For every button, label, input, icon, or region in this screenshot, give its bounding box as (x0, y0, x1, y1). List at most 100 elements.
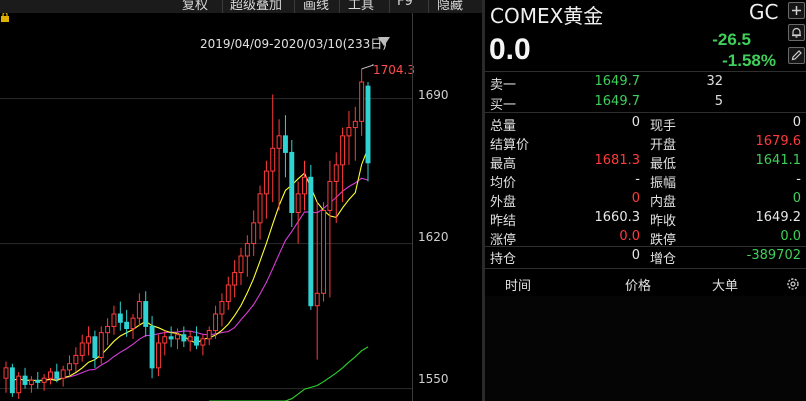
candle-body (219, 301, 225, 315)
tab-time[interactable]: 时间 (505, 275, 531, 294)
gear-icon[interactable] (785, 276, 801, 292)
candle-body (314, 292, 320, 307)
bid-volume: 5 (714, 94, 723, 109)
add-icon[interactable] (788, 2, 805, 19)
bid-label: 买一 (490, 98, 517, 113)
stats-row: 昨结 1660.3 昨收 1649.2 (485, 209, 806, 229)
stat-label: 昨收 (650, 214, 677, 229)
toolbar-tools[interactable]: 工具 (348, 0, 374, 13)
candle-body (276, 135, 282, 149)
toolbar-fuquan[interactable]: 复权 (182, 0, 208, 13)
candle-body (181, 334, 187, 342)
candle-body (54, 371, 60, 379)
tab-big-order[interactable]: 大单 (712, 275, 738, 294)
price-axis: 1690 1620 1550 (412, 13, 482, 401)
candle-body (365, 85, 371, 164)
stats-row: 涨停 0.0 跌停 0.0 (485, 228, 806, 248)
candle-body (136, 301, 142, 319)
price-change: -26.5 (712, 30, 751, 49)
tick-list-header: 时间 价格 大单 (485, 273, 806, 295)
candle-body (105, 325, 111, 334)
stat-label: 最高 (490, 157, 517, 172)
toolbar-f9[interactable]: F9 (397, 0, 413, 9)
tick-list[interactable] (485, 296, 806, 401)
range-dropdown-icon[interactable] (378, 37, 390, 46)
candle-body (28, 379, 34, 385)
stat-label: 最低 (650, 157, 677, 172)
toolbar-super-overlay[interactable]: 超级叠加 (230, 0, 282, 13)
candle-body (98, 332, 104, 358)
date-range-label[interactable]: 2019/04/09-2020/03/10(233日) (200, 35, 387, 52)
toolbar-separator (339, 0, 340, 13)
stat-value: 1641.1 (755, 153, 802, 168)
ma60-line (209, 346, 369, 401)
stat-value: - (635, 172, 640, 187)
candle-body (187, 336, 193, 342)
stats-row: 外盘 0 内盘 0 (485, 190, 806, 210)
toolbar-separator (294, 0, 295, 13)
stats-row: 最高 1681.3 最低 1641.1 (485, 152, 806, 172)
kline-chart[interactable]: 2019/04/09-2020/03/10(233日) 1704.3 1690 … (0, 13, 482, 401)
candle-body (60, 369, 66, 379)
candle-body (149, 325, 155, 369)
candle-body (232, 272, 238, 286)
stat-value: 0 (631, 191, 640, 206)
stat-label: 昨结 (490, 214, 517, 229)
stat-value: 0 (792, 115, 801, 130)
price-change-percent: -1.58% (722, 51, 776, 70)
candle-body (86, 336, 92, 344)
candle-body (295, 193, 301, 214)
stat-value: 1660.3 (594, 210, 641, 225)
candle-body (3, 367, 9, 379)
orderbook-ask-row[interactable]: 卖一 1649.7 32 (485, 72, 806, 93)
candle-body (111, 313, 117, 327)
candle-body (213, 313, 219, 332)
edit-icon[interactable] (788, 47, 805, 64)
last-price: 0.0 (489, 33, 531, 66)
y-tick-label: 1690 (418, 88, 449, 102)
ma20-line (18, 177, 369, 382)
candle-body (327, 180, 333, 211)
candle-body (130, 317, 136, 329)
candle-body (206, 330, 212, 340)
candle-body (270, 147, 276, 172)
toolbar-hide[interactable]: 隐藏 (437, 0, 463, 13)
instrument-name: COMEX黄金 (490, 4, 604, 28)
side-toolbar (787, 0, 806, 70)
stat-label: 总量 (490, 119, 517, 134)
lock-icon[interactable] (0, 13, 10, 22)
stat-value: 1649.2 (755, 210, 802, 225)
candle-body (340, 135, 346, 166)
candle-body (143, 301, 149, 327)
candle-body (238, 255, 244, 274)
stat-label: 增仓 (650, 252, 677, 267)
candle-body (22, 375, 28, 385)
bell-icon[interactable] (788, 24, 805, 41)
toolbar-separator (389, 0, 390, 13)
stat-label: 结算价 (490, 138, 530, 153)
candle-body (321, 209, 327, 294)
candle-body (155, 342, 161, 369)
toolbar-separator (222, 0, 223, 13)
candle-body (352, 120, 358, 129)
stats-row: 结算价 开盘 1679.6 (485, 133, 806, 153)
candle-body (308, 176, 314, 307)
tab-price[interactable]: 价格 (625, 275, 651, 294)
candle-body (67, 363, 72, 371)
candle-body (35, 379, 41, 383)
stat-label: 外盘 (490, 195, 517, 210)
kline-canvas[interactable] (0, 13, 412, 401)
orderbook-bid-row[interactable]: 买一 1649.7 5 (485, 92, 806, 113)
toolbar-draw-line[interactable]: 画线 (303, 0, 329, 13)
candle-body (333, 164, 339, 182)
candle-body (302, 176, 307, 195)
stat-value: 0 (631, 115, 640, 130)
chart-toolbar: 复权 超级叠加 画线 工具 F9 隐藏 (0, 0, 482, 13)
candle-body (244, 243, 250, 257)
candle-body (263, 170, 269, 195)
stat-value: 0 (792, 191, 801, 206)
stat-value: 1681.3 (594, 153, 641, 168)
candle-body (73, 354, 79, 365)
divider (485, 112, 806, 113)
stat-label: 振幅 (650, 176, 677, 191)
